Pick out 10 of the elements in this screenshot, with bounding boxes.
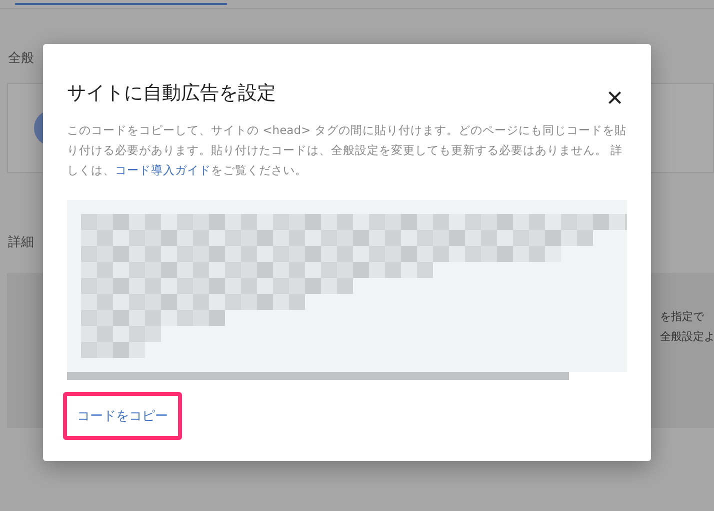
dialog-description: このコードをコピーして、サイトの <head> タグの間に貼り付けます。どのページにも同じコードを貼り付ける必要があります。貼り付けたコードは、全般設定を変更しても更新する必要はありません。 詳しくは、コード導入ガイド をご覧ください。: [67, 122, 627, 179]
copy-code-button[interactable]: コードをコピー: [63, 392, 182, 440]
section-heading: 全般: [8, 50, 35, 67]
panel-text: を指定で: [660, 309, 706, 325]
scrollbar[interactable]: [67, 372, 569, 380]
guide-link[interactable]: コード導入ガイド: [115, 163, 211, 177]
dialog-title: サイトに自動広告を設定: [67, 81, 276, 106]
close-button[interactable]: ×: [602, 84, 627, 112]
section-heading: 詳細: [8, 234, 35, 251]
panel-text: 全般設定よ: [660, 329, 714, 345]
